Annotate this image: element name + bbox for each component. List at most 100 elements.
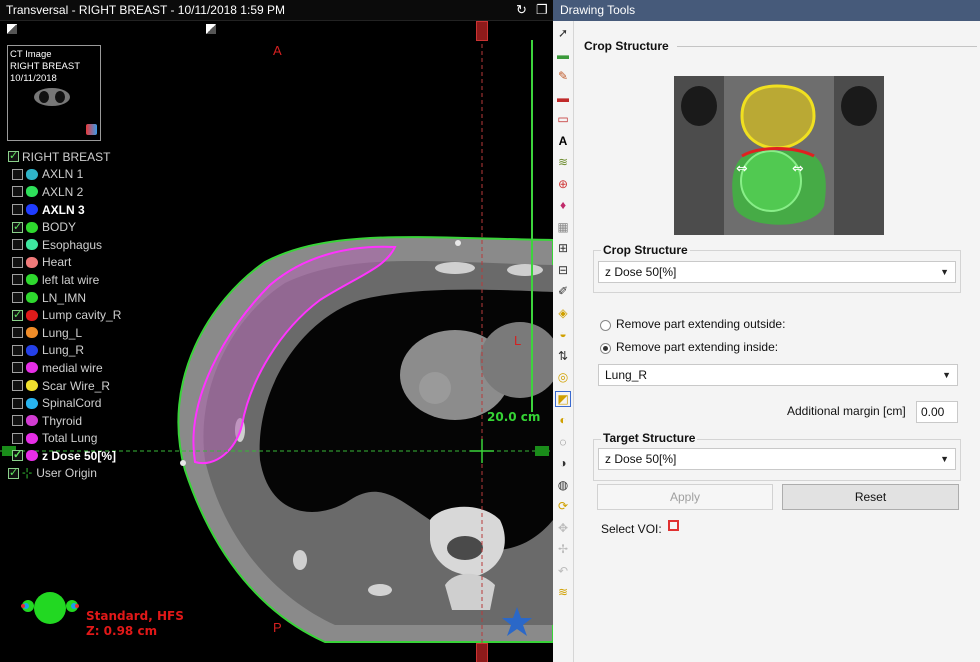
structure-checkbox[interactable]: ✓ <box>12 221 23 233</box>
structure-item[interactable]: SpinalCord <box>8 394 198 412</box>
user-origin-item[interactable]: ✓ -¦- User Origin <box>8 465 198 483</box>
text-icon[interactable]: A <box>555 133 571 149</box>
structure-color-icon <box>26 204 38 216</box>
sphere-icon[interactable]: ◍ <box>555 477 571 493</box>
boolean-icon[interactable]: ⊟ <box>555 262 571 278</box>
structure-checkbox[interactable] <box>12 362 23 374</box>
viewer-title: Transversal - RIGHT BREAST - 10/11/2018 … <box>6 3 285 17</box>
structure-checkbox[interactable] <box>12 186 23 198</box>
crop-structure-dropdown[interactable]: z Dose 50[%] ▼ <box>598 261 956 283</box>
structure-item[interactable]: Total Lung <box>8 430 198 448</box>
split-icon[interactable]: ◑ <box>555 455 571 471</box>
sort-icon[interactable]: ⇅ <box>555 348 571 364</box>
structure-checkbox[interactable] <box>12 204 23 216</box>
pencil-icon[interactable]: ✐ <box>555 283 571 299</box>
structure-item[interactable]: medial wire <box>8 359 198 377</box>
crosshair-bottom-handle[interactable] <box>476 643 488 662</box>
move-icon[interactable]: ✥ <box>555 520 571 536</box>
reset-button[interactable]: Reset <box>782 484 959 510</box>
structure-checkbox[interactable]: ✓ <box>12 309 23 321</box>
structure-checkbox[interactable] <box>12 168 23 180</box>
structure-item[interactable]: AXLN 3 <box>8 201 198 219</box>
structure-checkbox[interactable] <box>12 432 23 444</box>
image-viewer[interactable]: Transversal - RIGHT BREAST - 10/11/2018 … <box>0 0 554 662</box>
apply-button[interactable]: Apply <box>597 484 773 510</box>
crosshair-top-handle[interactable] <box>476 21 488 41</box>
wall-icon[interactable]: ◐ <box>555 412 571 428</box>
ring-icon[interactable]: ◌ <box>555 434 571 450</box>
structure-checkbox[interactable] <box>12 415 23 427</box>
fill-icon[interactable]: ♦ <box>555 197 571 213</box>
pen-icon[interactable]: ✎ <box>555 68 571 84</box>
structure-item[interactable]: AXLN 1 <box>8 166 198 184</box>
scale-bar <box>525 40 533 412</box>
structure-item[interactable]: ✓ BODY <box>8 218 198 236</box>
structure-color-icon <box>26 168 38 180</box>
structure-checkbox[interactable] <box>12 292 23 304</box>
structure-item[interactable]: Lung_L <box>8 324 198 342</box>
structure-item[interactable]: ✓ z Dose 50[%] <box>8 447 198 465</box>
structure-checkbox[interactable] <box>12 327 23 339</box>
viewport-menu-icon-2[interactable] <box>206 24 216 34</box>
structure-item[interactable]: AXLN 2 <box>8 183 198 201</box>
voi-select-icon[interactable] <box>668 520 679 531</box>
add-icon[interactable]: ⊕ <box>555 176 571 192</box>
user-origin-label: User Origin <box>36 466 97 481</box>
structure-item[interactable]: Heart <box>8 254 198 272</box>
structure-checkbox[interactable] <box>12 397 23 409</box>
interpolate-icon[interactable]: ⟳ <box>555 498 571 514</box>
smooth-icon[interactable]: ◒ <box>555 326 571 342</box>
restore-window-icon[interactable]: ❐ <box>536 2 548 18</box>
heading-rule <box>677 46 977 47</box>
margin-label: Additional margin [cm] <box>787 404 906 418</box>
structure-item[interactable]: left lat wire <box>8 271 198 289</box>
structure-item[interactable]: Lung_R <box>8 342 198 360</box>
crop-icon[interactable]: ◩ <box>555 390 571 407</box>
target-structure-dropdown[interactable]: z Dose 50[%] ▼ <box>598 448 956 470</box>
mirror-icon[interactable]: ✢ <box>555 541 571 557</box>
crop-structure-label: Crop Structure <box>601 243 690 257</box>
radio-remove-inside[interactable] <box>600 343 611 354</box>
thumbnail-line-1: CT Image <box>10 49 52 60</box>
plan-label: RIGHT BREAST <box>22 149 111 164</box>
structure-checkbox[interactable] <box>12 239 23 251</box>
brush-icon[interactable]: ▬ <box>555 47 571 63</box>
wifi-icon[interactable]: ≋ <box>555 584 571 600</box>
thumbnail-preview[interactable]: CT Image RIGHT BREAST 10/11/2018 <box>7 45 101 141</box>
margin-value: 0.00 <box>921 405 945 419</box>
structure-label: Lump cavity_R <box>42 308 122 323</box>
structure-item[interactable]: Thyroid <box>8 412 198 430</box>
viewport-menu-icon[interactable] <box>7 24 17 34</box>
structure-item[interactable]: Esophagus <box>8 236 198 254</box>
margin-icon[interactable]: ◎ <box>555 369 571 385</box>
radio-remove-outside[interactable] <box>600 320 611 331</box>
structure-checkbox[interactable] <box>12 256 23 268</box>
structure-item[interactable]: LN_IMN <box>8 289 198 307</box>
structure-color-icon <box>26 327 38 339</box>
structure-checkbox[interactable] <box>12 274 23 286</box>
orientation-left: L <box>514 333 522 348</box>
erase-icon[interactable]: ◈ <box>555 305 571 321</box>
undo-icon[interactable]: ↶ <box>555 563 571 579</box>
grid-icon[interactable]: ▦ <box>555 219 571 235</box>
structure-label: Esophagus <box>42 237 103 252</box>
reference-structure-dropdown[interactable]: Lung_R ▼ <box>598 364 958 386</box>
histogram-icon[interactable]: ⊞ <box>555 240 571 256</box>
structure-checkbox[interactable]: ✓ <box>12 450 23 462</box>
patient-orientation-icon <box>21 592 79 624</box>
structure-label: Scar Wire_R <box>42 378 111 393</box>
rotate-icon[interactable]: ↻ <box>516 2 527 18</box>
morph-icon[interactable]: ≋ <box>555 154 571 170</box>
structure-checkbox[interactable] <box>12 344 23 356</box>
pointer-icon[interactable]: ➚ <box>555 25 571 41</box>
line-icon[interactable]: ▬ <box>555 90 571 106</box>
margin-input[interactable]: 0.00 <box>916 401 958 423</box>
plan-item[interactable]: ✓ RIGHT BREAST <box>8 148 198 166</box>
user-origin-checkbox[interactable]: ✓ <box>8 467 19 479</box>
structure-item[interactable]: Scar Wire_R <box>8 377 198 395</box>
structure-item[interactable]: ✓ Lump cavity_R <box>8 306 198 324</box>
crosshair-right-handle[interactable] <box>535 446 549 456</box>
structure-checkbox[interactable] <box>12 380 23 392</box>
plan-checkbox[interactable]: ✓ <box>8 151 19 163</box>
shape-icon[interactable]: ▭ <box>555 111 571 127</box>
